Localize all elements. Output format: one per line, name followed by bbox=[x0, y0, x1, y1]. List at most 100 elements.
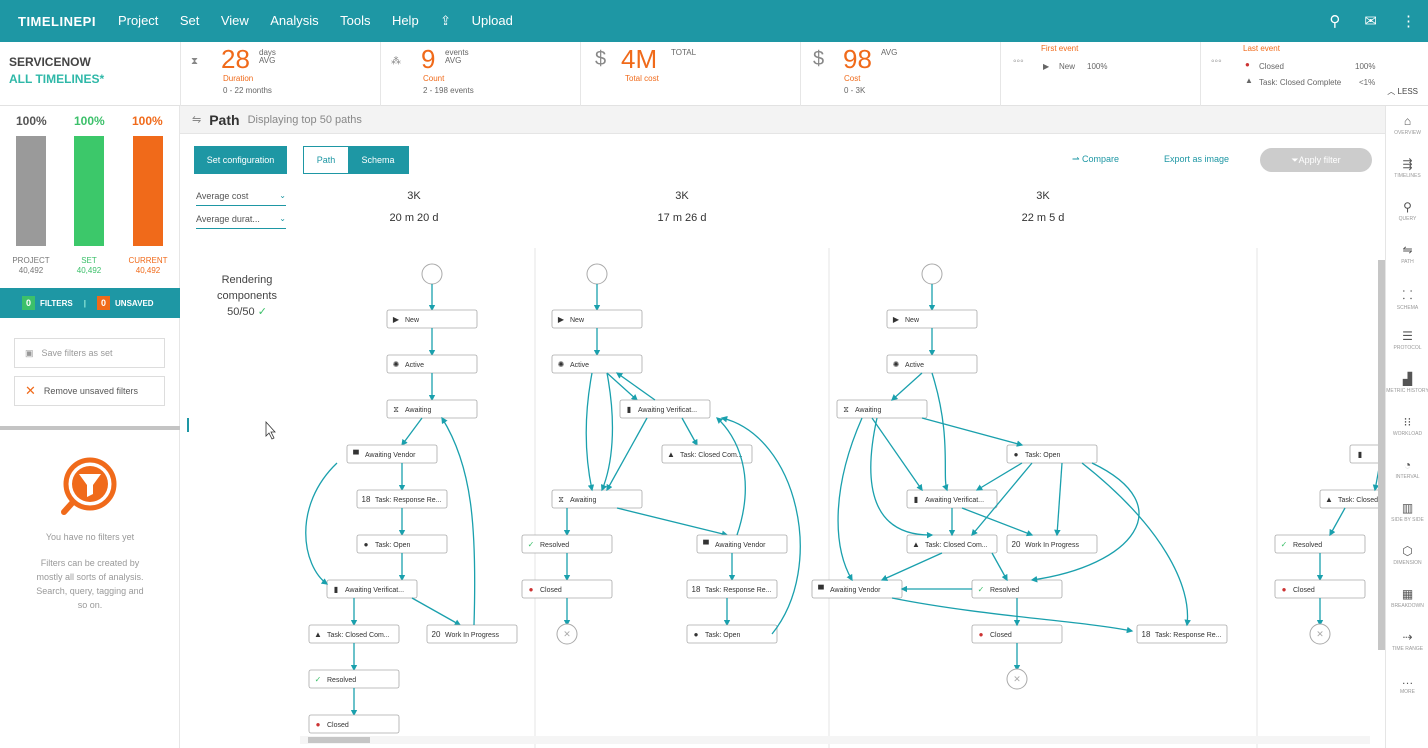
last-event-icon: ◦◦◦ bbox=[1211, 56, 1222, 67]
path-edge bbox=[891, 597, 1134, 634]
node-icon: ✓ bbox=[1281, 540, 1288, 549]
nav-path[interactable]: ⇋ PATH bbox=[1386, 243, 1428, 265]
tab-path[interactable]: Path bbox=[304, 147, 348, 173]
less-toggle[interactable]: ︿ LESS bbox=[1387, 86, 1418, 97]
node-label: Task: Response Re... bbox=[375, 497, 442, 504]
compare-button[interactable]: ⇀ Compare bbox=[1072, 154, 1119, 165]
top-bar: TIMELINEPI Project Set View Analysis Too… bbox=[0, 0, 1428, 42]
project-info[interactable]: SERVICENOW ALL TIMELINES* bbox=[9, 55, 104, 86]
apply-filter-label: Apply filter bbox=[1298, 155, 1341, 165]
nav-dimension[interactable]: ⬡ DIMENSION bbox=[1386, 544, 1428, 566]
node-box bbox=[326, 579, 418, 599]
first-event-pct: 100% bbox=[1087, 62, 1108, 71]
nav-workload[interactable]: ⁝⁝ WORKLOAD bbox=[1386, 415, 1428, 437]
kpi-cost[interactable]: $ 98 AVG Cost 0 - 3K bbox=[800, 42, 1000, 106]
node-icon: ▮ bbox=[1358, 450, 1362, 459]
search-icon[interactable]: ⚲ bbox=[1329, 12, 1340, 30]
nav-protocol[interactable]: ☰ PROTOCOL bbox=[1386, 329, 1428, 351]
node-box bbox=[551, 309, 643, 329]
nav-time-range[interactable]: ⇢ TIME RANGE bbox=[1386, 630, 1428, 652]
path-edge bbox=[891, 372, 923, 401]
nav-icon: ⇋ bbox=[1402, 243, 1413, 257]
node-icon: ▶ bbox=[893, 315, 900, 324]
mail-icon[interactable]: ✉ bbox=[1364, 12, 1377, 30]
node-box bbox=[811, 579, 903, 599]
kpi-count[interactable]: ⁂ 9 events AVG Count 2 - 198 events bbox=[380, 42, 580, 106]
export-image-button[interactable]: Export as image bbox=[1164, 154, 1229, 164]
path-edge bbox=[1054, 462, 1063, 537]
menu-view[interactable]: View bbox=[221, 13, 249, 28]
node-box bbox=[426, 624, 518, 644]
menu-set[interactable]: Set bbox=[180, 13, 200, 28]
nav-label: SIDE BY SIDE bbox=[1391, 517, 1424, 523]
node-icon: ✓ bbox=[978, 585, 985, 594]
check-icon: ✓ bbox=[257, 306, 267, 318]
nav-query[interactable]: ⚲ QUERY bbox=[1386, 200, 1428, 222]
kpi-bar: SERVICENOW ALL TIMELINES* ⧗ 28 days AVG … bbox=[0, 42, 1428, 106]
node-icon: ✺ bbox=[393, 360, 400, 369]
menu-help[interactable]: Help bbox=[392, 13, 419, 28]
kpi-first-event[interactable]: ◦◦◦ First event ▶ New 100% bbox=[1000, 42, 1200, 106]
column-1-duration: 20 m 20 d bbox=[389, 212, 439, 224]
nav-side-by-side[interactable]: ▥ SIDE BY SIDE bbox=[1386, 501, 1428, 523]
nav-more[interactable]: … MORE bbox=[1386, 673, 1428, 695]
horizontal-scrollbar[interactable] bbox=[300, 736, 1370, 744]
filters-divider: | bbox=[83, 298, 87, 308]
menu-analysis[interactable]: Analysis bbox=[270, 13, 318, 28]
last-event-name-2: Task: Closed Complete bbox=[1259, 78, 1342, 87]
menu-tools[interactable]: Tools bbox=[340, 13, 370, 28]
metric-select-cost[interactable]: Average cost ⌄ bbox=[196, 186, 286, 206]
tab-schema[interactable]: Schema bbox=[348, 147, 408, 173]
nav-timelines[interactable]: ⇶ TIMELINES bbox=[1386, 157, 1428, 179]
nav-label: PROTOCOL bbox=[1393, 345, 1422, 351]
scroll-thumb[interactable] bbox=[308, 737, 370, 743]
node-box bbox=[686, 579, 778, 599]
kpi-last-event[interactable]: ◦◦◦ Last event ● Closed 100% ▲ Task: Clo… bbox=[1200, 42, 1380, 106]
nav-icon: ⸬ bbox=[1402, 288, 1413, 302]
more-icon[interactable]: ⋮ bbox=[1401, 12, 1416, 30]
vertical-scrollbar[interactable] bbox=[1378, 260, 1385, 650]
total-value: 4M bbox=[621, 44, 658, 74]
menu-project[interactable]: Project bbox=[118, 13, 158, 28]
kpi-total-cost[interactable]: $ 4M TOTAL Total cost bbox=[580, 42, 800, 106]
set-configuration-button[interactable]: Set configuration bbox=[194, 146, 287, 174]
app-logo[interactable]: TIMELINEPI bbox=[18, 14, 96, 29]
nav-label: TIMELINES bbox=[1394, 173, 1421, 179]
nav-icon: ⬡ bbox=[1402, 544, 1413, 558]
project-bar-label: PROJECT 40,492 bbox=[11, 256, 51, 276]
node-box bbox=[356, 489, 448, 509]
nav-metric-history[interactable]: ▟ METRIC HISTORY bbox=[1386, 372, 1428, 394]
node-icon: ▲ bbox=[1325, 495, 1333, 504]
save-filters-button[interactable]: ▣ Save filters as set bbox=[14, 338, 165, 368]
column-3-cost: 3K bbox=[1036, 190, 1050, 202]
apply-filter-button[interactable]: ⏷ Apply filter bbox=[1260, 148, 1372, 172]
node-box bbox=[521, 579, 613, 599]
node-icon: ● bbox=[1282, 585, 1287, 594]
filters-bar[interactable]: 0 FILTERS | 0 UNSAVED bbox=[0, 288, 180, 318]
right-nav: ⌂ OVERVIEW ⇶ TIMELINES ⚲ QUERY ⇋ PATH ⸬ SCHEMA ☰ PR… bbox=[1385, 106, 1428, 748]
upload-button[interactable]: ⇪ Upload bbox=[440, 13, 530, 28]
main-menu: Project Set View Analysis Tools Help ⇪ U… bbox=[118, 12, 547, 30]
node-icon: ▶ bbox=[393, 315, 400, 324]
node-icon: ● bbox=[364, 540, 369, 549]
remove-filters-button[interactable]: ✕ Remove unsaved filters bbox=[14, 376, 165, 406]
metric-select-duration[interactable]: Average durat... ⌄ bbox=[196, 209, 286, 229]
node-box bbox=[551, 354, 643, 374]
project-count: 40,492 bbox=[18, 266, 44, 275]
nav-breakdown[interactable]: ▦ BREAKDOWN bbox=[1386, 587, 1428, 609]
duration-icon: ⧗ bbox=[191, 56, 199, 67]
count-value: 9 bbox=[421, 44, 436, 74]
kpi-duration[interactable]: ⧗ 28 days AVG Duration 0 - 22 months bbox=[180, 42, 380, 106]
nav-label: PATH bbox=[1401, 259, 1414, 265]
node-box bbox=[836, 399, 928, 419]
path-edge bbox=[716, 417, 746, 536]
filter-small-icon: ⏷ bbox=[1291, 154, 1299, 165]
nav-schema[interactable]: ⸬ SCHEMA bbox=[1386, 286, 1428, 311]
node-label: New bbox=[570, 317, 585, 324]
node-box bbox=[551, 489, 643, 509]
nav-overview[interactable]: ⌂ OVERVIEW bbox=[1386, 114, 1428, 136]
nav-interval[interactable]: ◔ INTERVAL bbox=[1386, 458, 1428, 480]
cost-currency: $ bbox=[813, 48, 825, 70]
project-bar bbox=[16, 136, 46, 246]
end-icon: ✕ bbox=[563, 629, 571, 639]
